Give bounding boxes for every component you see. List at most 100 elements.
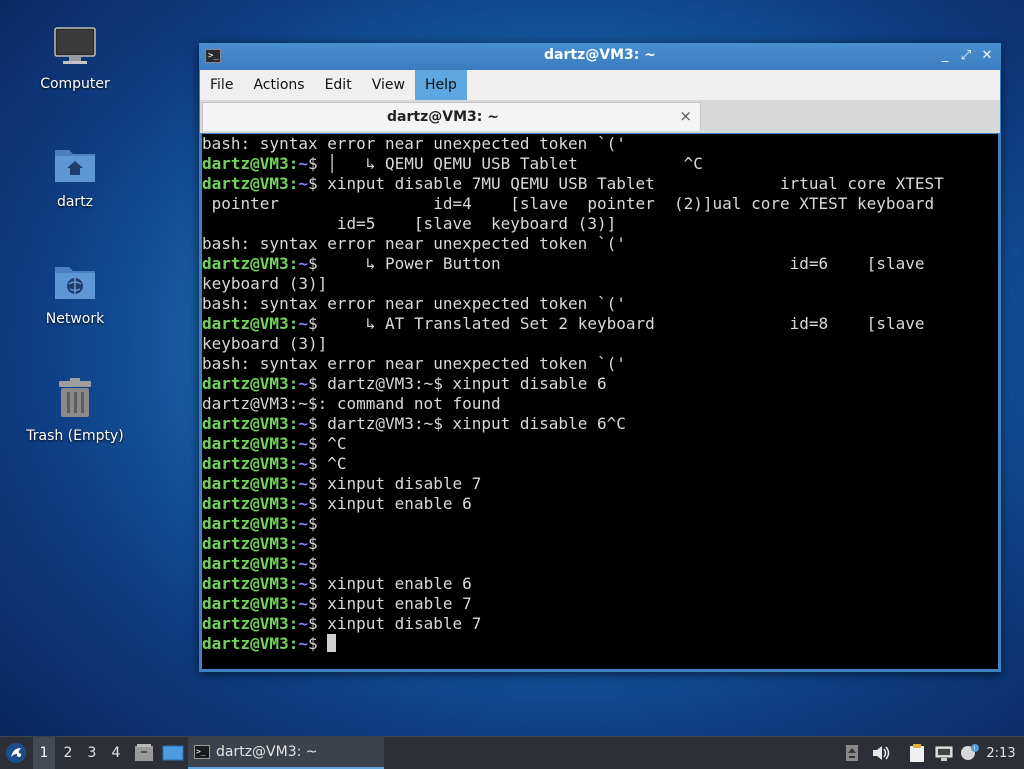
menu-actions[interactable]: Actions bbox=[243, 70, 314, 100]
line-text: id=5 [slave keyboard (3)] bbox=[202, 214, 617, 233]
line-text: xinput enable 7 bbox=[317, 594, 472, 613]
taskbar-terminal-task[interactable]: >_ dartz@VM3: ~ bbox=[188, 737, 384, 769]
menu-view[interactable]: View bbox=[362, 70, 415, 100]
prompt-user: dartz@VM3: bbox=[202, 154, 299, 173]
svg-text:!: ! bbox=[974, 746, 976, 753]
workspace-3[interactable]: 3 bbox=[81, 737, 103, 769]
desktop-icon-label: dartz bbox=[56, 194, 94, 210]
desktop-icon-trash[interactable]: Trash (Empty) bbox=[0, 374, 150, 444]
prompt-path: ~ bbox=[298, 594, 308, 613]
prompt-user: dartz@VM3: bbox=[202, 574, 299, 593]
line-text: xinput enable 6 bbox=[317, 574, 472, 593]
desktop-icon-label: Computer bbox=[40, 76, 110, 92]
prompt-user: dartz@VM3: bbox=[202, 374, 299, 393]
prompt-path: ~ bbox=[298, 474, 308, 493]
line-text: xinput enable 6 bbox=[317, 494, 472, 513]
prompt-user: dartz@VM3: bbox=[202, 494, 299, 513]
prompt-path: ~ bbox=[298, 434, 308, 453]
line-text: dartz@VM3:~$: command not found bbox=[202, 394, 501, 413]
network-folder-icon bbox=[51, 257, 99, 305]
notification-icon[interactable]: ! bbox=[959, 737, 981, 769]
line-text: ^C bbox=[317, 454, 347, 473]
prompt-path: ~ bbox=[298, 414, 308, 433]
terminal-line: dartz@VM3:~$ ^C bbox=[202, 434, 998, 454]
prompt-path: ~ bbox=[298, 314, 308, 333]
file-manager-icon[interactable] bbox=[132, 737, 156, 769]
task-label: dartz@VM3: ~ bbox=[216, 744, 318, 760]
line-text: bash: syntax error near unexpected token… bbox=[202, 294, 626, 313]
network-status-icon[interactable] bbox=[933, 737, 955, 769]
line-text: ↳ Power Button id=6 [slave bbox=[317, 254, 925, 273]
volume-icon[interactable] bbox=[870, 737, 892, 769]
desktop-icon-home[interactable]: dartz bbox=[0, 140, 150, 210]
terminal-line: dartz@VM3:~$ bbox=[202, 554, 998, 574]
prompt-path: ~ bbox=[298, 534, 308, 553]
workspace-2[interactable]: 2 bbox=[57, 737, 79, 769]
show-desktop-icon[interactable] bbox=[160, 737, 186, 769]
app-menu-icon[interactable] bbox=[2, 737, 30, 769]
clipboard-icon[interactable] bbox=[906, 737, 928, 769]
terminal-line: dartz@VM3:~$ dartz@VM3:~$ xinput disable… bbox=[202, 374, 998, 394]
terminal-line: dartz@VM3:~$ xinput disable 7MU QEMU USB… bbox=[202, 174, 998, 194]
prompt-path: ~ bbox=[298, 454, 308, 473]
desktop-icon-computer[interactable]: Computer bbox=[0, 22, 150, 92]
upload-tray-icon[interactable] bbox=[842, 737, 862, 769]
prompt-symbol: $ bbox=[307, 414, 318, 433]
prompt-path: ~ bbox=[298, 574, 308, 593]
text-cursor bbox=[327, 634, 337, 652]
minimize-button[interactable]: _ bbox=[935, 46, 955, 66]
terminal-line: dartz@VM3:~$ bbox=[202, 634, 998, 654]
terminal-line: keyboard (3)] bbox=[202, 274, 998, 294]
desktop-icon-network[interactable]: Network bbox=[0, 257, 150, 327]
workspace-4[interactable]: 4 bbox=[105, 737, 127, 769]
terminal-window: >_ dartz@VM3: ~ _ ⤢ ✕ File Actions Edit … bbox=[199, 43, 1001, 672]
workspace-1[interactable]: 1 bbox=[33, 737, 55, 769]
terminal-line: dartz@VM3:~$ │ ↳ QEMU QEMU USB Tablet ^C bbox=[202, 154, 998, 174]
terminal-line: bash: syntax error near unexpected token… bbox=[202, 294, 998, 314]
prompt-path: ~ bbox=[298, 154, 308, 173]
desktop-icon-label: Trash (Empty) bbox=[26, 428, 124, 444]
prompt-symbol: $ bbox=[307, 174, 318, 193]
window-title: dartz@VM3: ~ bbox=[544, 47, 656, 63]
tab-close-icon[interactable]: × bbox=[679, 107, 692, 125]
prompt-user: dartz@VM3: bbox=[202, 254, 299, 273]
terminal-line: dartz@VM3:~$ xinput enable 7 bbox=[202, 594, 998, 614]
prompt-symbol: $ bbox=[307, 434, 318, 453]
terminal-line: bash: syntax error near unexpected token… bbox=[202, 234, 998, 254]
maximize-button[interactable]: ⤢ bbox=[956, 46, 976, 66]
terminal-tab[interactable]: dartz@VM3: ~ × bbox=[202, 102, 701, 131]
prompt-symbol: $ bbox=[307, 514, 318, 533]
terminal-line: dartz@VM3:~$ ↳ AT Translated Set 2 keybo… bbox=[202, 314, 998, 334]
terminal-icon: >_ bbox=[194, 745, 210, 759]
prompt-path: ~ bbox=[298, 174, 308, 193]
prompt-path: ~ bbox=[298, 374, 308, 393]
line-text: ^C bbox=[317, 434, 347, 453]
line-text: bash: syntax error near unexpected token… bbox=[202, 134, 626, 153]
prompt-path: ~ bbox=[298, 494, 308, 513]
line-text: dartz@VM3:~$ xinput disable 6^C bbox=[317, 414, 626, 433]
close-button[interactable]: ✕ bbox=[977, 46, 997, 66]
terminal-output[interactable]: bash: syntax error near unexpected token… bbox=[202, 134, 998, 669]
menu-help[interactable]: Help bbox=[414, 70, 467, 100]
line-text: xinput disable 7MU QEMU USB Tablet irtua… bbox=[317, 174, 944, 193]
prompt-user: dartz@VM3: bbox=[202, 454, 299, 473]
menu-file[interactable]: File bbox=[200, 70, 243, 100]
terminal-line: dartz@VM3:~$ xinput enable 6 bbox=[202, 574, 998, 594]
terminal-line: dartz@VM3:~$ bbox=[202, 534, 998, 554]
prompt-symbol: $ bbox=[307, 494, 318, 513]
prompt-symbol: $ bbox=[307, 594, 318, 613]
prompt-symbol: $ bbox=[307, 154, 318, 173]
terminal-line: pointer id=4 [slave pointer (2)]ual core… bbox=[202, 194, 998, 214]
prompt-user: dartz@VM3: bbox=[202, 314, 299, 333]
tab-bar: dartz@VM3: ~ × bbox=[200, 100, 1000, 133]
window-titlebar[interactable]: >_ dartz@VM3: ~ _ ⤢ ✕ bbox=[199, 43, 1001, 70]
menu-edit[interactable]: Edit bbox=[315, 70, 362, 100]
line-text: bash: syntax error near unexpected token… bbox=[202, 234, 626, 253]
clock[interactable]: 2:13 bbox=[984, 737, 1018, 769]
line-text bbox=[318, 634, 328, 653]
prompt-symbol: $ bbox=[307, 254, 318, 273]
prompt-symbol: $ bbox=[307, 554, 318, 573]
prompt-symbol: $ bbox=[307, 634, 318, 653]
prompt-path: ~ bbox=[298, 554, 308, 573]
prompt-symbol: $ bbox=[307, 454, 318, 473]
